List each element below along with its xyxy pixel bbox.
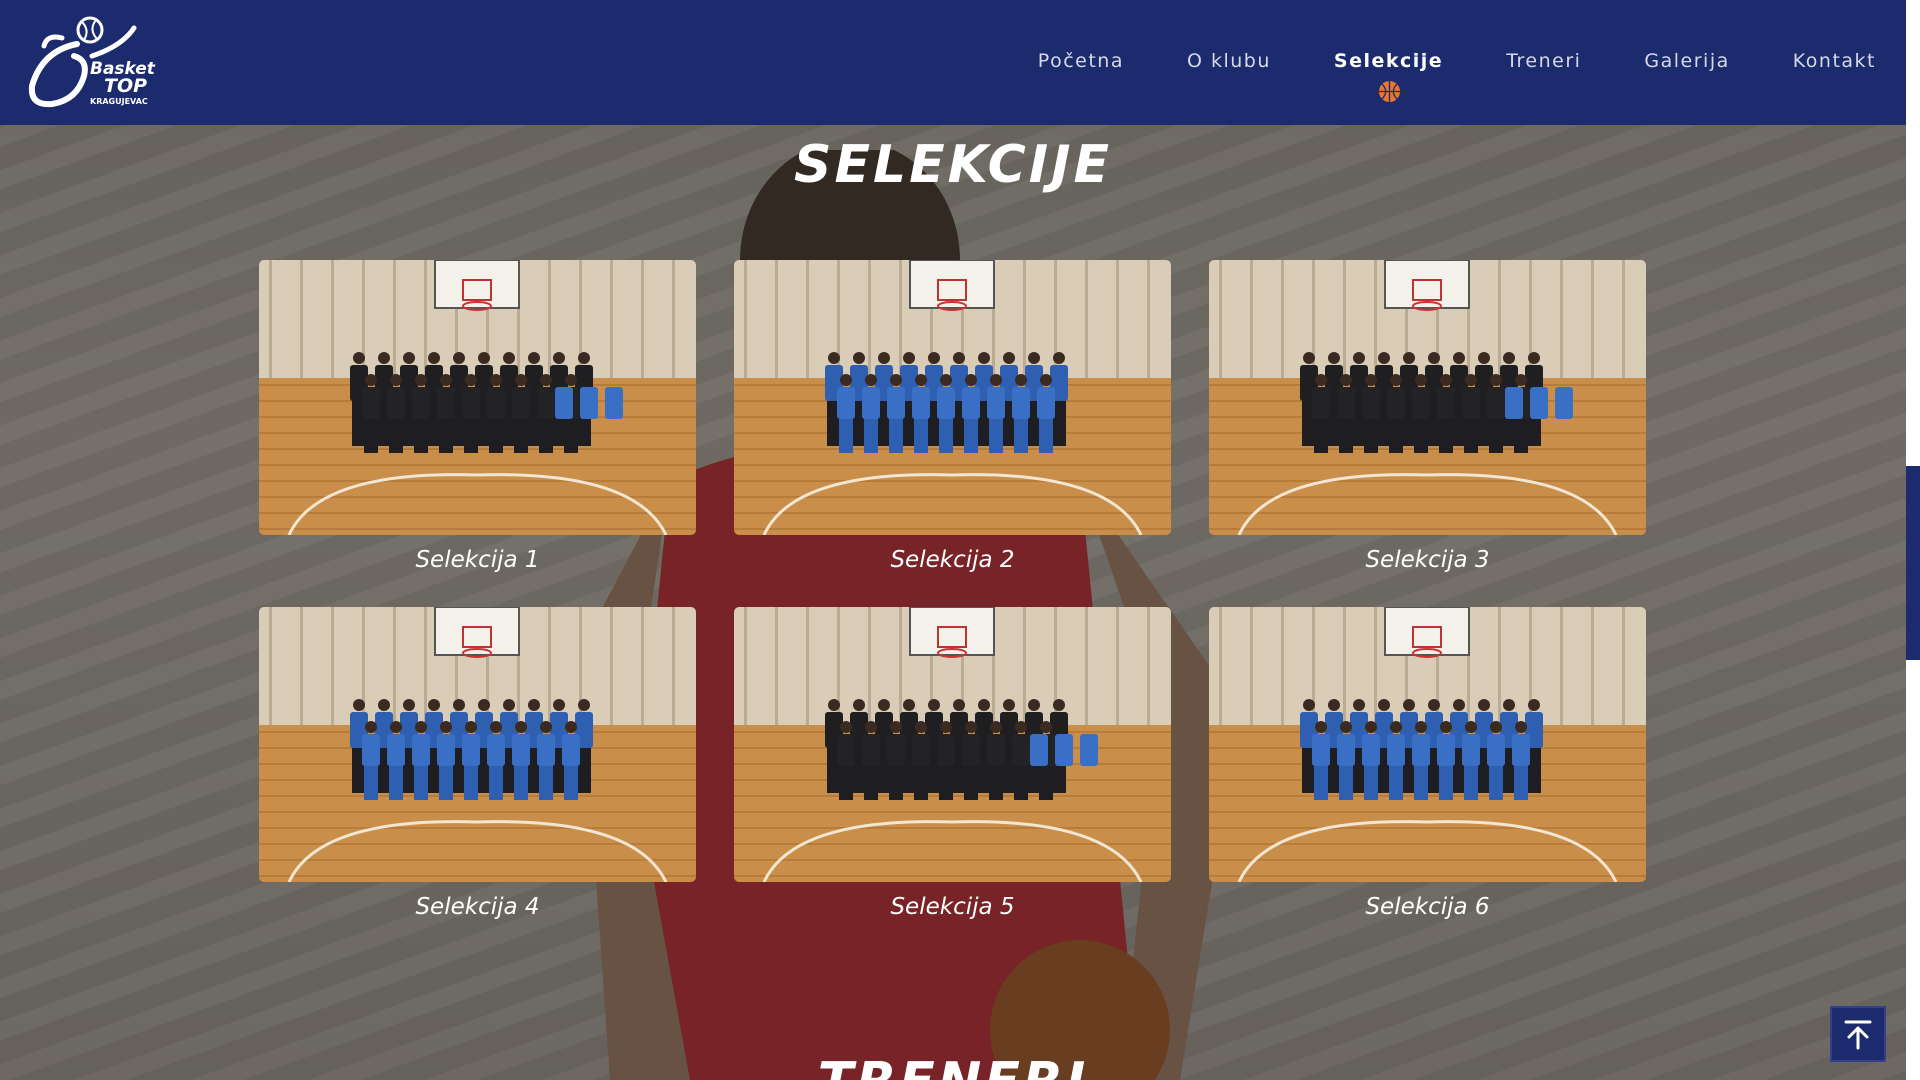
svg-text:TOP: TOP xyxy=(104,75,147,97)
team-caption[interactable]: Selekcija 3 xyxy=(1209,547,1646,573)
team-caption[interactable]: Selekcija 6 xyxy=(1209,894,1646,920)
team-photo[interactable] xyxy=(259,607,696,882)
team-caption[interactable]: Selekcija 2 xyxy=(734,547,1171,573)
team-card[interactable]: Selekcija 1 xyxy=(259,260,696,573)
team-card[interactable]: Selekcija 5 xyxy=(734,607,1171,920)
svg-text:KRAGUJEVAC: KRAGUJEVAC xyxy=(90,97,148,106)
team-card[interactable]: Selekcija 3 xyxy=(1209,260,1646,573)
club-logo[interactable]: Basket TOP KRAGUJEVAC xyxy=(22,16,167,111)
nav-item-kontakt[interactable]: Kontakt xyxy=(1793,0,1876,72)
team-photo[interactable] xyxy=(259,260,696,535)
section-title: SELEKCIJE xyxy=(794,135,1112,195)
nav-item-label: Kontakt xyxy=(1792,50,1876,72)
nav-item-galerija[interactable]: Galerija xyxy=(1644,0,1729,72)
team-card[interactable]: Selekcija 4 xyxy=(259,607,696,920)
arrow-up-to-line-icon xyxy=(1844,1020,1872,1050)
team-photo[interactable] xyxy=(1209,260,1646,535)
next-section-title: TRENERI xyxy=(0,1052,1906,1080)
team-photo[interactable] xyxy=(1209,607,1646,882)
nav-item-o-klubu[interactable]: O klubu xyxy=(1187,0,1271,72)
team-photo[interactable] xyxy=(734,260,1171,535)
nav-item-selekcije[interactable]: Selekcije xyxy=(1333,0,1444,103)
team-card[interactable]: Selekcija 2 xyxy=(734,260,1171,573)
nav-item-label: Treneri xyxy=(1506,50,1582,72)
team-caption[interactable]: Selekcija 4 xyxy=(259,894,696,920)
site-header: Basket TOP KRAGUJEVAC Početna O klubu Se… xyxy=(0,0,1906,125)
team-card[interactable]: Selekcija 6 xyxy=(1209,607,1646,920)
nav-item-label: O klubu xyxy=(1186,50,1271,72)
main-nav: Početna O klubu Selekcije Treneri Galeri… xyxy=(975,0,1876,125)
nav-item-label: Selekcije xyxy=(1333,50,1444,72)
scrollbar-thumb[interactable] xyxy=(1906,466,1920,660)
basketball-icon xyxy=(1378,80,1400,103)
nav-item-label: Galerija xyxy=(1644,50,1730,72)
nav-item-label: Početna xyxy=(1037,50,1124,72)
team-caption[interactable]: Selekcija 5 xyxy=(734,894,1171,920)
nav-item-pocetna[interactable]: Početna xyxy=(1038,0,1124,72)
nav-item-treneri[interactable]: Treneri xyxy=(1506,0,1581,72)
team-photo[interactable] xyxy=(734,607,1171,882)
team-caption[interactable]: Selekcija 1 xyxy=(259,547,696,573)
back-to-top-button[interactable] xyxy=(1830,1006,1886,1062)
team-grid: Selekcija 1 Selekcija 2 Selekcija 3 Sele… xyxy=(259,260,1646,920)
